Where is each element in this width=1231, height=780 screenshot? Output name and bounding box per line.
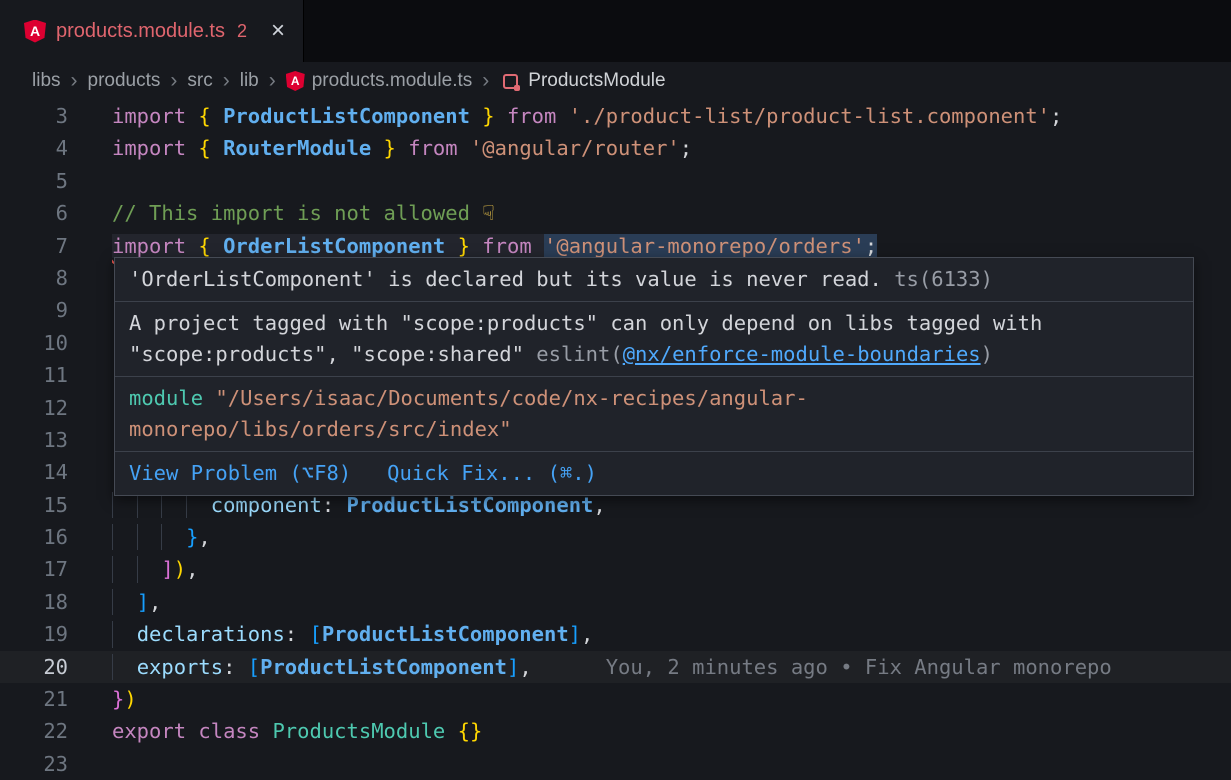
tab-products-module-ts[interactable]: A products.module.ts 2 × <box>0 0 304 62</box>
indent-guide <box>112 589 113 615</box>
line-number: 12 <box>0 392 68 424</box>
breadcrumb-item-src[interactable]: src <box>187 70 212 92</box>
error-statement: import { OrderListComponent } from '@ang… <box>112 234 877 258</box>
breadcrumb-item-symbol[interactable]: ProductsModule <box>528 70 665 92</box>
line-number: 7 <box>0 230 68 262</box>
code-line[interactable]: 19 declarations: [ProductListComponent], <box>0 618 1231 650</box>
ts-error-text: 'OrderListComponent' is declared but its… <box>129 267 882 291</box>
line-number: 18 <box>0 586 68 618</box>
error-hover-popup: 'OrderListComponent' is declared but its… <box>114 257 1194 496</box>
indent-guide <box>112 556 113 582</box>
line-number: 19 <box>0 618 68 650</box>
vscode-window: A products.module.ts 2 × libs › products… <box>0 0 1231 780</box>
tab-title: products.module.ts <box>56 20 225 43</box>
line-number: 15 <box>0 489 68 521</box>
indent-guide <box>112 524 113 550</box>
eslint-error-line1: A project tagged with "scope:products" c… <box>129 308 1179 339</box>
eslint-error-message: A project tagged with "scope:products" c… <box>115 301 1193 376</box>
module-symbol-icon <box>503 74 518 89</box>
indent-guide <box>161 524 162 550</box>
indent-guide <box>112 654 113 680</box>
indent-guide <box>112 621 113 647</box>
breadcrumb-separator: › <box>223 69 230 93</box>
line-number: 13 <box>0 424 68 456</box>
line-number: 8 <box>0 262 68 294</box>
code-text: }) <box>112 683 137 715</box>
eslint-error-line2: "scope:products", "scope:shared" eslint(… <box>129 339 1179 370</box>
indent-guide <box>112 492 113 518</box>
view-problem-link[interactable]: View Problem (⌥F8) <box>129 458 351 489</box>
line-number: 16 <box>0 521 68 553</box>
code-line[interactable]: 23 <box>0 748 1231 780</box>
code-line[interactable]: 21}) <box>0 683 1231 715</box>
eslint-source-close: ) <box>981 342 993 366</box>
close-icon[interactable]: × <box>271 19 285 43</box>
quick-fix-link[interactable]: Quick Fix... (⌘.) <box>387 458 597 489</box>
code-line[interactable]: 18 ], <box>0 586 1231 618</box>
code-text: // This import is not allowed ☟ <box>112 197 495 229</box>
line-number: 20 <box>0 651 68 683</box>
breadcrumb-separator: › <box>482 69 489 93</box>
eslint-rule-link[interactable]: @nx/enforce-module-boundaries <box>623 342 981 366</box>
code-text: ], <box>112 586 161 618</box>
code-line[interactable]: 20 exports: [ProductListComponent],You, … <box>0 651 1231 683</box>
breadcrumb-separator: › <box>269 69 276 93</box>
line-number: 21 <box>0 683 68 715</box>
module-path-line2: monorepo/libs/orders/src/index" <box>129 417 512 441</box>
breadcrumb-item-libs[interactable]: libs <box>32 70 61 92</box>
eslint-source-open: eslint( <box>536 342 622 366</box>
ts-error-source: ts(6133) <box>882 267 993 291</box>
breadcrumb-item-file[interactable]: products.module.ts <box>312 70 473 92</box>
code-line[interactable]: 3 import { ProductListComponent } from '.… <box>0 100 1231 132</box>
line-number: 5 <box>0 165 68 197</box>
line-number: 6 <box>0 197 68 229</box>
line-number: 3 <box>0 100 68 132</box>
module-path-info: module "/Users/isaac/Documents/code/nx-r… <box>115 376 1193 451</box>
code-line[interactable]: 6 // This import is not allowed ☟ <box>0 197 1231 229</box>
breadcrumb-separator: › <box>170 69 177 93</box>
code-line[interactable]: 5 <box>0 165 1231 197</box>
breadcrumb-item-lib[interactable]: lib <box>240 70 259 92</box>
git-blame-annotation: You, 2 minutes ago • Fix Angular monorep… <box>606 655 1112 679</box>
line-number: 17 <box>0 553 68 585</box>
tab-bar: A products.module.ts 2 × <box>0 0 1231 62</box>
code-line[interactable]: 22 export class ProductsModule {} <box>0 715 1231 747</box>
code-text: }, <box>112 521 211 553</box>
breadcrumb-separator: › <box>71 69 78 93</box>
line-number: 10 <box>0 327 68 359</box>
angular-icon: A <box>286 71 305 91</box>
code-text: exports: [ProductListComponent],You, 2 m… <box>112 651 1112 683</box>
indent-guide <box>137 556 138 582</box>
code-text: import { ProductListComponent } from './… <box>112 100 1062 132</box>
indent-guide <box>137 524 138 550</box>
breadcrumb-item-products[interactable]: products <box>88 70 161 92</box>
tab-error-count-badge: 2 <box>237 21 247 42</box>
code-line[interactable]: 16 }, <box>0 521 1231 553</box>
module-path-line1: "/Users/isaac/Documents/code/nx-recipes/… <box>215 386 807 410</box>
angular-icon: A <box>24 20 46 43</box>
code-line[interactable]: 4 import { RouterModule } from '@angular/… <box>0 132 1231 164</box>
module-keyword: module <box>129 386 215 410</box>
popup-actions: View Problem (⌥F8) Quick Fix... (⌘.) <box>115 451 1193 495</box>
line-number: 9 <box>0 294 68 326</box>
ts-error-message: 'OrderListComponent' is declared but its… <box>115 258 1193 301</box>
line-number: 23 <box>0 748 68 780</box>
breadcrumb: libs › products › src › lib › A products… <box>0 62 1231 100</box>
code-text: export class ProductsModule {} <box>112 715 482 747</box>
line-number: 22 <box>0 715 68 747</box>
code-text: ]), <box>112 553 198 585</box>
code-text: import { RouterModule } from '@angular/r… <box>112 132 692 164</box>
line-number: 11 <box>0 359 68 391</box>
line-number: 4 <box>0 132 68 164</box>
line-number: 14 <box>0 456 68 488</box>
code-text: declarations: [ProductListComponent], <box>112 618 593 650</box>
code-line[interactable]: 17 ]), <box>0 553 1231 585</box>
